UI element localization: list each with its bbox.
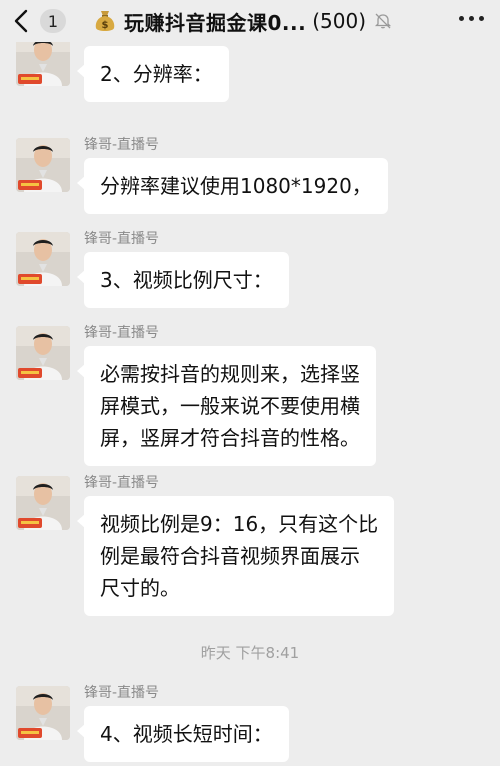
message-text: 4、视频长短时间：	[100, 722, 273, 746]
more-dots-icon	[459, 16, 464, 21]
sender-name: 锋哥-直播号	[84, 685, 160, 701]
message-text-line: 屏模式，一般来说不要使用横	[100, 394, 360, 418]
back-button[interactable]: 1	[12, 6, 72, 36]
timestamp-divider: 昨天 下午8:41	[200, 644, 300, 662]
message-bubble[interactable]: 视频比例是9：16，只有这个比 例是最符合抖音视频界面展示 尺寸的。	[76, 496, 395, 616]
bell-off-icon	[374, 13, 392, 29]
message-text: 3、视频比例尺寸：	[100, 268, 273, 292]
message-bubble[interactable]: 2、分辨率：	[77, 46, 229, 102]
message-text-line: 必需按抖音的规则来，选择竖	[100, 362, 360, 386]
money-bag-icon: $	[95, 11, 115, 31]
avatar-image	[16, 686, 70, 740]
avatar[interactable]	[16, 326, 70, 380]
chat-header: 1 $ 玩赚抖音掘金课0... (500)	[0, 0, 500, 42]
avatar-image	[16, 232, 70, 286]
message-text-line: 视频比例是9：16，只有这个比	[100, 512, 379, 536]
avatar-image	[16, 326, 70, 380]
message-bubble[interactable]: 分辨率建议使用1080*1920，	[77, 158, 388, 214]
sender-name: 锋哥-直播号	[84, 475, 160, 491]
avatar[interactable]	[16, 232, 70, 286]
message-bubble[interactable]: 必需按抖音的规则来，选择竖 屏模式，一般来说不要使用横 屏，竖屏才符合抖音的性格…	[77, 346, 376, 466]
avatar[interactable]	[16, 138, 70, 192]
avatar-image	[16, 42, 70, 86]
chat-title: 玩赚抖音掘金课0...	[124, 10, 307, 35]
member-count: (500)	[312, 9, 366, 33]
sender-name: 锋哥-直播号	[84, 137, 160, 153]
chevron-left-icon	[14, 9, 28, 33]
sender-name: 锋哥-直播号	[84, 231, 160, 247]
message-text-line: 屏，竖屏才符合抖音的性格。	[100, 426, 360, 450]
svg-text:$: $	[102, 20, 109, 31]
avatar[interactable]	[16, 686, 70, 740]
avatar-image	[16, 476, 70, 530]
avatar-image	[16, 138, 70, 192]
message-bubble[interactable]: 3、视频比例尺寸：	[77, 252, 289, 308]
message-text-line: 尺寸的。	[100, 576, 180, 600]
sender-name: 锋哥-直播号	[84, 325, 160, 341]
message-bubble[interactable]: 4、视频长短时间：	[77, 706, 289, 762]
unread-count-badge: 1	[40, 9, 66, 33]
message-text: 分辨率建议使用1080*1920，	[100, 174, 372, 198]
message-text-line: 例是最符合抖音视频界面展示	[100, 544, 360, 568]
chat-title-area[interactable]: $ 玩赚抖音掘金课0... (500)	[92, 6, 392, 36]
avatar[interactable]	[16, 42, 70, 86]
more-options-button[interactable]	[459, 16, 484, 21]
message-list[interactable]: 2、分辨率： 锋哥-直播号 分辨率建议使用1080*1920， 锋哥-直播号 3…	[0, 42, 500, 766]
avatar[interactable]	[16, 476, 70, 530]
message-text: 2、分辨率：	[100, 62, 213, 86]
